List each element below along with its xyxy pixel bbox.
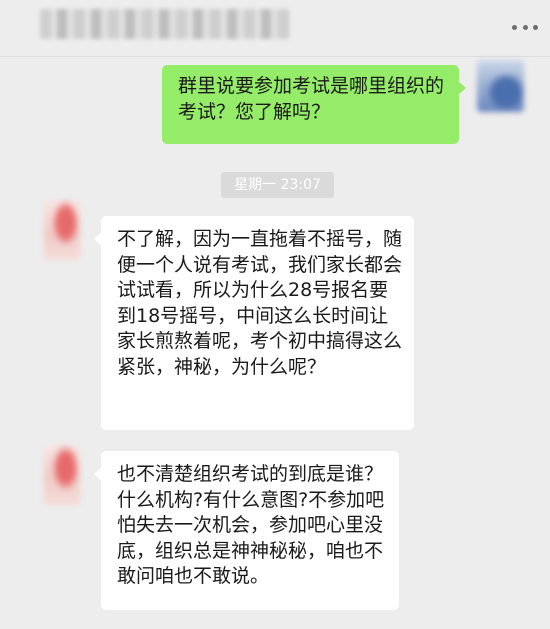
contact-avatar[interactable]: [44, 200, 80, 260]
dot: [533, 24, 538, 30]
message-text: 不了解，因为一直拖着不摇号，随便一个人说有考试，我们家长都会试试看，所以为什么2…: [117, 228, 403, 378]
self-avatar[interactable]: [477, 60, 524, 112]
dot: [522, 24, 528, 30]
self-message-bubble[interactable]: 群里说要参加考试是哪里组织的考试？您了解吗？: [162, 65, 466, 144]
chat-window: 群里说要参加考试是哪里组织的考试？您了解吗？ 星期一 23:07 不了解，因为一…: [0, 0, 550, 629]
more-dots-icon[interactable]: [512, 20, 538, 34]
message-timestamp: 星期一 23:07: [221, 172, 334, 198]
message-text: 群里说要参加考试是哪里组织的考试？您了解吗？: [178, 75, 445, 123]
contact-avatar[interactable]: [44, 445, 80, 505]
message-text: 也不清楚组织考试的到底是谁？什么机构?有什么意图?不参加吧怕失去一次机会，参加吧…: [117, 463, 385, 587]
chat-header: [0, 0, 550, 57]
chat-title-blurred: [40, 9, 290, 39]
contact-message-bubble[interactable]: 也不清楚组织考试的到底是谁？什么机构?有什么意图?不参加吧怕失去一次机会，参加吧…: [94, 451, 399, 610]
dot: [512, 24, 517, 30]
contact-message-bubble[interactable]: 不了解，因为一直拖着不摇号，随便一个人说有考试，我们家长都会试试看，所以为什么2…: [94, 216, 414, 430]
